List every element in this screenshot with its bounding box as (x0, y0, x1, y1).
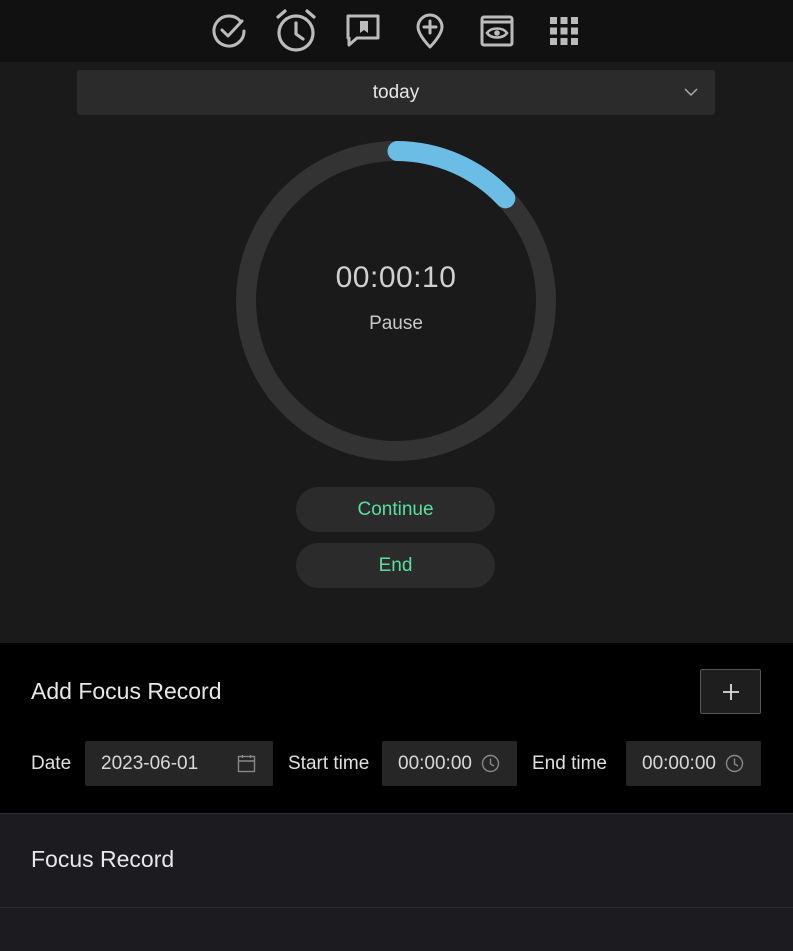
start-time-label: Start time (288, 753, 370, 774)
timer-state: Pause (369, 313, 423, 334)
end-button[interactable]: End (296, 543, 495, 588)
add-record-button[interactable] (700, 669, 761, 714)
bookmark-message-icon[interactable] (330, 0, 397, 62)
focus-record-title: Focus Record (31, 846, 175, 872)
end-time-field[interactable]: 00:00:00 (626, 741, 761, 786)
record-list-area (0, 907, 793, 951)
time-range-value: today (372, 81, 420, 103)
timer-ring-progress (387, 141, 516, 209)
timer-ring: 00:00:10 Pause (236, 141, 556, 461)
calendar-icon (237, 755, 256, 773)
top-nav (0, 0, 793, 62)
grid-apps-icon[interactable] (531, 0, 598, 62)
clock-icon (725, 754, 744, 773)
map-pin-plus-icon[interactable] (397, 0, 464, 62)
elapsed-time: 00:00:10 (335, 261, 457, 294)
focus-record-panel: Focus Record (0, 813, 793, 907)
add-focus-record-panel: Add Focus Record Date 2023-06-01 Start t… (0, 643, 793, 813)
date-field[interactable]: 2023-06-01 (85, 741, 273, 786)
clock-icon (481, 754, 500, 773)
end-time-label: End time (532, 753, 607, 774)
add-record-title: Add Focus Record (31, 678, 222, 704)
chevron-down-icon (684, 88, 698, 97)
start-time-field[interactable]: 00:00:00 (382, 741, 517, 786)
start-time-value: 00:00:00 (398, 753, 472, 774)
alarm-clock-icon[interactable] (263, 0, 330, 62)
date-label: Date (31, 753, 72, 774)
continue-button[interactable]: Continue (296, 487, 495, 532)
plus-icon (722, 683, 739, 700)
time-range-select[interactable]: today (77, 70, 715, 115)
end-time-value: 00:00:00 (642, 753, 716, 774)
eye-window-icon[interactable] (464, 0, 531, 62)
date-value: 2023-06-01 (101, 753, 199, 774)
timer-panel: today 00:00:10 Pause Continue End (0, 62, 793, 643)
check-circle-icon[interactable] (196, 0, 263, 62)
